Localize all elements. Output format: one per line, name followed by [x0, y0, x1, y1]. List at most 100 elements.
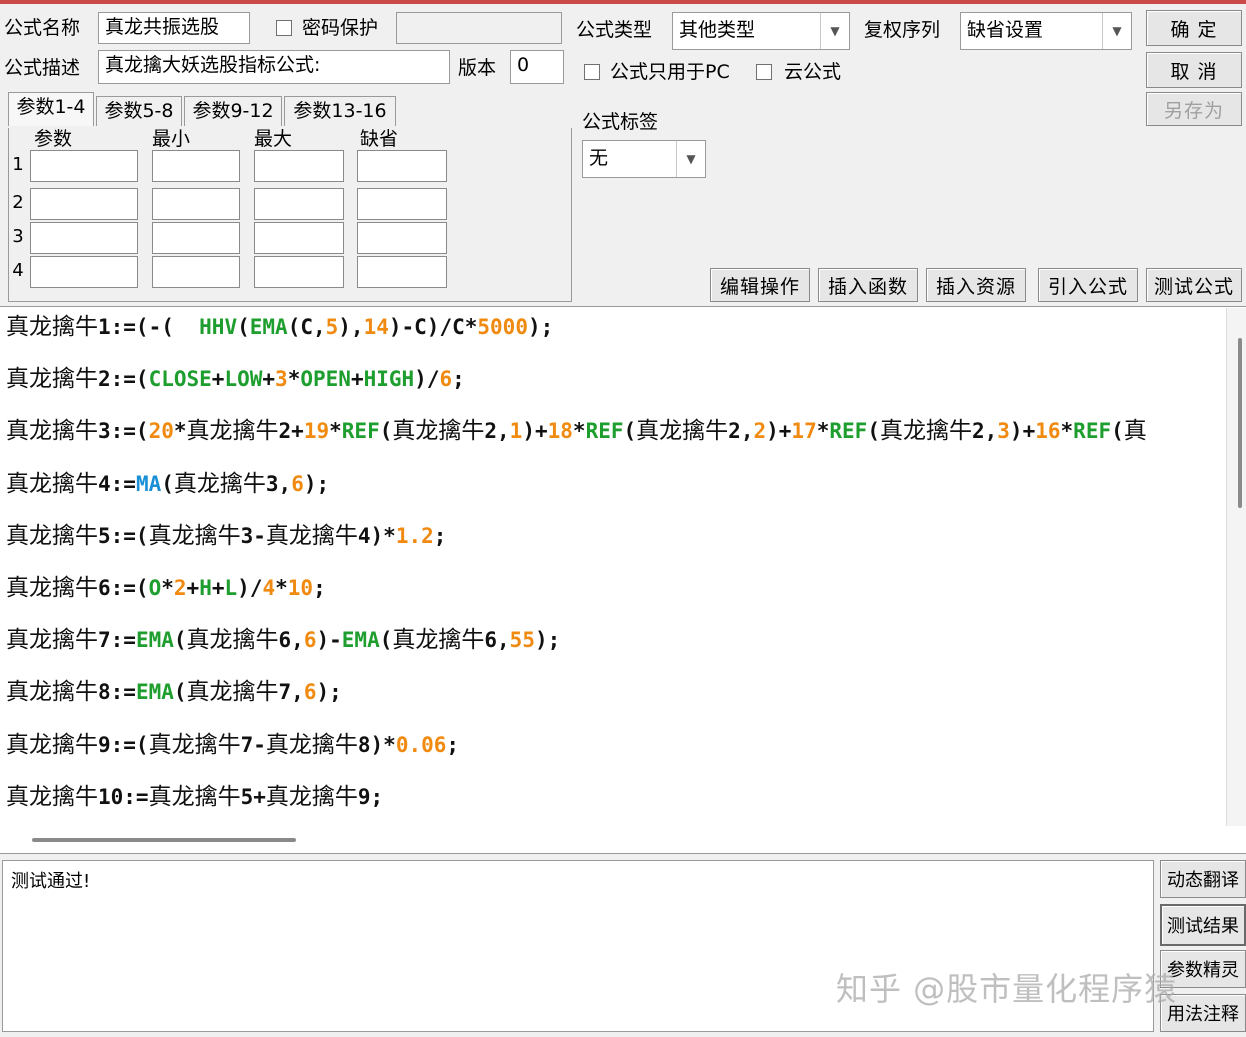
code-token: CLOSE [148, 367, 212, 392]
test-formula-button[interactable]: 测试公式 [1146, 268, 1242, 302]
code-token: 7- [240, 732, 266, 757]
code-token: EMA [135, 628, 174, 653]
test-result-button[interactable]: 测试结果 [1160, 904, 1246, 946]
code-token: 2, [728, 419, 754, 444]
code-token: 2:=( [98, 367, 149, 392]
cloud-formula-checkbox[interactable] [756, 64, 772, 80]
code-token: 1:=(-( [98, 315, 200, 339]
cancel-button[interactable]: 取 消 [1146, 52, 1242, 88]
code-token: + [211, 367, 225, 392]
code-token: 10:= [98, 784, 149, 809]
formula-desc-input[interactable]: 真龙擒大妖选股指标公式: [98, 50, 450, 84]
rights-sequence-label: 复权序列 [864, 19, 941, 41]
code-token: 7, [278, 680, 304, 705]
save-as-button[interactable]: 另存为 [1146, 92, 1242, 126]
code-token: O [148, 576, 162, 600]
code-token: 真龙擒牛 [148, 522, 241, 549]
code-line: 真龙擒牛2:=(CLOSE+LOW+3*OPEN+HIGH)/6; [6, 363, 465, 395]
tab-params-1-4[interactable]: 参数1-4 [8, 92, 94, 126]
code-token: MA [135, 471, 162, 496]
param-col-header: 最大 [254, 128, 293, 150]
insert-resource-button[interactable]: 插入资源 [926, 268, 1026, 302]
password-protect-label: 密码保护 [302, 17, 379, 39]
param-cell-input[interactable] [152, 150, 240, 182]
param-row-number: 2 [12, 192, 24, 213]
code-token: 6, [484, 628, 510, 653]
code-token: 真龙擒牛 [6, 731, 98, 758]
param-cell-input[interactable] [254, 222, 344, 254]
formula-tag-label: 公式标签 [582, 111, 659, 133]
formula-code-editor[interactable]: 真龙擒牛1:=(-( HHV(EMA(C,5),14)-C)/C*5000); 真… [0, 306, 1246, 854]
code-token: (C, [287, 315, 326, 339]
code-token: ( [173, 680, 187, 705]
param-cell-input[interactable] [357, 150, 447, 182]
code-token: H [199, 576, 212, 600]
param-cell-input[interactable] [30, 150, 138, 182]
code-token: 19 [303, 419, 330, 444]
code-token: * [287, 367, 301, 392]
code-token: * [1060, 419, 1074, 444]
param-cell-input[interactable] [254, 256, 344, 288]
code-token: EMA [341, 628, 380, 653]
code-line: 真龙擒牛10:=真龙擒牛5+真龙擒牛9; [6, 781, 383, 813]
code-token: 8:= [98, 680, 136, 705]
param-col-header: 缺省 [360, 128, 399, 150]
code-token: 真龙擒牛 [636, 418, 729, 445]
code-token: 1.2 [395, 523, 434, 548]
code-token: 真龙擒牛 [186, 679, 279, 706]
code-token: + [186, 576, 200, 600]
code-token: EMA [249, 315, 288, 339]
pc-only-checkbox[interactable] [584, 64, 600, 80]
code-token: 6 [439, 367, 453, 392]
formula-name-input[interactable]: 真龙共振选股 [98, 12, 250, 44]
param-cell-input[interactable] [254, 150, 344, 182]
code-token: + [350, 367, 364, 392]
dynamic-translate-button[interactable]: 动态翻译 [1160, 860, 1246, 898]
editor-horizontal-scroll-thumb[interactable] [32, 838, 296, 842]
code-token: ; [313, 576, 326, 600]
code-token: REF [829, 419, 868, 444]
insert-function-button[interactable]: 插入函数 [818, 268, 918, 302]
tab-params-9-12[interactable]: 参数9-12 [184, 96, 282, 126]
code-token: 18 [547, 419, 573, 444]
param-cell-input[interactable] [30, 188, 138, 220]
formula-tag-select[interactable]: 无 ▼ [582, 140, 706, 178]
formula-type-value: 其他类型 [679, 19, 756, 41]
param-cell-input[interactable] [30, 256, 138, 288]
code-token: 真龙擒牛 [392, 627, 485, 654]
code-token: 55 [509, 628, 535, 653]
import-formula-button[interactable]: 引入公式 [1038, 268, 1138, 302]
code-token: 4)* [357, 523, 396, 548]
ok-button[interactable]: 确 定 [1146, 10, 1242, 46]
edit-operations-button[interactable]: 编辑操作 [710, 268, 810, 302]
editor-vertical-scroll-thumb[interactable] [1238, 338, 1242, 508]
tab-params-13-16[interactable]: 参数13-16 [284, 96, 396, 126]
code-line: 真龙擒牛9:=(真龙擒牛7-真龙擒牛8)*0.06; [6, 729, 459, 761]
param-cell-input[interactable] [30, 222, 138, 254]
param-cell-input[interactable] [152, 222, 240, 254]
password-protect-checkbox[interactable] [276, 20, 292, 36]
code-token: 真龙擒牛 [6, 418, 98, 445]
code-token: 6 [291, 471, 304, 496]
code-token: ); [534, 628, 561, 653]
code-token: )+ [766, 419, 792, 444]
tab-params-5-8[interactable]: 参数5-8 [96, 96, 182, 126]
formula-type-select[interactable]: 其他类型 ▼ [672, 12, 850, 50]
code-token: 5:=( [98, 523, 149, 548]
editor-vertical-scrollbar[interactable] [1226, 308, 1246, 826]
param-cell-input[interactable] [152, 256, 240, 288]
param-cell-input[interactable] [254, 188, 344, 220]
param-cell-input[interactable] [357, 256, 447, 288]
rights-sequence-select[interactable]: 缺省设置 ▼ [960, 12, 1132, 50]
code-token: ), [338, 315, 364, 339]
version-input[interactable]: 0 [510, 50, 564, 84]
formula-tag-value: 无 [589, 147, 609, 169]
param-cell-input[interactable] [357, 222, 447, 254]
param-col-header: 参数 [34, 128, 73, 150]
code-token: 真龙擒牛 [265, 522, 358, 549]
param-cell-input[interactable] [152, 188, 240, 220]
code-token: )/ [414, 367, 440, 392]
param-cell-input[interactable] [357, 188, 447, 220]
code-token: 真 [1123, 418, 1147, 445]
code-token: 6:=( [98, 576, 149, 600]
